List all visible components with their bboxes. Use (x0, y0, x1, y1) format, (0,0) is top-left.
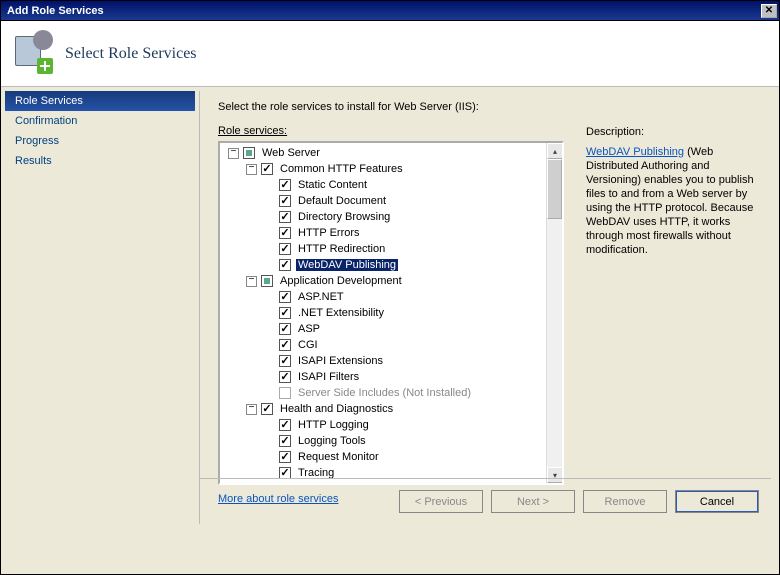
tree-node-label[interactable]: Application Development (278, 275, 404, 287)
checkbox[interactable] (279, 259, 291, 271)
checkbox[interactable] (279, 243, 291, 255)
tree-node-label[interactable]: Web Server (260, 147, 322, 159)
collapse-icon[interactable]: − (246, 164, 257, 175)
tree-node: ISAPI Extensions (224, 353, 546, 369)
tree-container: −Web Server−Common HTTP FeaturesStatic C… (218, 141, 564, 485)
checkbox[interactable] (279, 451, 291, 463)
main-area: Select the role services to install for … (199, 91, 771, 524)
nav-item-role-services[interactable]: Role Services (5, 91, 195, 111)
tree-node: − Application Development (224, 273, 546, 289)
role-services-column: Role services: −Web Server−Common HTTP F… (218, 125, 564, 505)
wizard-window: Add Role Services ✕ Select Role Services… (0, 0, 780, 575)
description-label: Description: (586, 125, 757, 139)
tree-node: Default Document (224, 193, 546, 209)
checkbox[interactable] (279, 435, 291, 447)
nav-item-results[interactable]: Results (5, 151, 195, 171)
wizard-icon (13, 34, 53, 74)
tree-node: Request Monitor (224, 449, 546, 465)
tree-node: Logging Tools (224, 433, 546, 449)
checkbox[interactable] (279, 371, 291, 383)
tree-node-label[interactable]: ISAPI Extensions (296, 355, 385, 367)
tree-node-label[interactable]: Request Monitor (296, 451, 381, 463)
tree-node-label[interactable]: Default Document (296, 195, 388, 207)
checkbox[interactable] (261, 275, 273, 287)
nav-item-confirmation[interactable]: Confirmation (5, 111, 195, 131)
checkbox[interactable] (279, 291, 291, 303)
tree-node-label[interactable]: Health and Diagnostics (278, 403, 395, 415)
scrollbar-vertical[interactable]: ▴ ▾ (546, 143, 562, 483)
remove-button[interactable]: Remove (583, 490, 667, 513)
tree-scroll[interactable]: −Web Server−Common HTTP FeaturesStatic C… (220, 143, 546, 483)
checkbox[interactable] (261, 403, 273, 415)
description-column: Description: WebDAV Publishing (Web Dist… (564, 125, 757, 505)
title-bar: Add Role Services ✕ (1, 1, 779, 21)
cancel-button[interactable]: Cancel (675, 490, 759, 513)
collapse-icon[interactable]: − (246, 404, 257, 415)
button-bar: < Previous Next > Remove Cancel (200, 478, 771, 524)
tree-node-label[interactable]: Directory Browsing (296, 211, 392, 223)
tree-node-label[interactable]: .NET Extensibility (296, 307, 386, 319)
tree-label: Role services: (218, 125, 564, 137)
tree-node-label[interactable]: ASP (296, 323, 322, 335)
tree-node-label[interactable]: HTTP Errors (296, 227, 362, 239)
tree-node: CGI (224, 337, 546, 353)
tree-node: Static Content (224, 177, 546, 193)
tree-node: ISAPI Filters (224, 369, 546, 385)
window-title: Add Role Services (7, 5, 104, 17)
tree-node: WebDAV Publishing (224, 257, 546, 273)
checkbox[interactable] (279, 339, 291, 351)
instruction-text: Select the role services to install for … (218, 101, 757, 113)
tree-node: − Health and Diagnostics (224, 401, 546, 417)
close-button[interactable]: ✕ (761, 4, 777, 18)
collapse-icon[interactable]: − (246, 276, 257, 287)
checkbox[interactable] (279, 195, 291, 207)
tree-node-label[interactable]: Static Content (296, 179, 369, 191)
page-title: Select Role Services (65, 45, 197, 63)
next-button[interactable]: Next > (491, 490, 575, 513)
tree-node-label[interactable]: Server Side Includes (Not Installed) (296, 387, 473, 399)
tree-node: Server Side Includes (Not Installed) (224, 385, 546, 401)
tree-node: ASP.NET (224, 289, 546, 305)
checkbox[interactable] (279, 227, 291, 239)
tree-node-label[interactable]: CGI (296, 339, 320, 351)
nav-panel: Role ServicesConfirmationProgressResults (5, 91, 195, 171)
nav-item-progress[interactable]: Progress (5, 131, 195, 151)
tree-node: Directory Browsing (224, 209, 546, 225)
checkbox (279, 387, 291, 399)
checkbox[interactable] (279, 355, 291, 367)
scroll-thumb[interactable] (547, 159, 562, 219)
tree-node: .NET Extensibility (224, 305, 546, 321)
tree-node: − Common HTTP Features (224, 161, 546, 177)
tree-node-label[interactable]: HTTP Redirection (296, 243, 387, 255)
checkbox[interactable] (261, 163, 273, 175)
checkbox[interactable] (279, 179, 291, 191)
tree-node: − Web Server (224, 145, 546, 161)
tree-node-label[interactable]: WebDAV Publishing (296, 259, 398, 271)
tree-node-label[interactable]: ASP.NET (296, 291, 346, 303)
checkbox[interactable] (243, 147, 255, 159)
tree-node-label[interactable]: ISAPI Filters (296, 371, 361, 383)
tree-node: HTTP Logging (224, 417, 546, 433)
description-link[interactable]: WebDAV Publishing (586, 146, 684, 158)
checkbox[interactable] (279, 307, 291, 319)
tree-node-label[interactable]: Common HTTP Features (278, 163, 405, 175)
tree-node: HTTP Errors (224, 225, 546, 241)
checkbox[interactable] (279, 323, 291, 335)
checkbox[interactable] (279, 419, 291, 431)
description-body: (Web Distributed Authoring and Versionin… (586, 146, 754, 256)
header-area: Select Role Services (1, 21, 779, 87)
collapse-icon[interactable]: − (228, 148, 239, 159)
tree-node-label[interactable]: HTTP Logging (296, 419, 371, 431)
previous-button[interactable]: < Previous (399, 490, 483, 513)
scroll-up-icon[interactable]: ▴ (547, 143, 563, 159)
checkbox[interactable] (279, 211, 291, 223)
tree-node: ASP (224, 321, 546, 337)
tree-node-label[interactable]: Logging Tools (296, 435, 368, 447)
tree-node: HTTP Redirection (224, 241, 546, 257)
description-text: WebDAV Publishing (Web Distributed Autho… (586, 145, 757, 257)
